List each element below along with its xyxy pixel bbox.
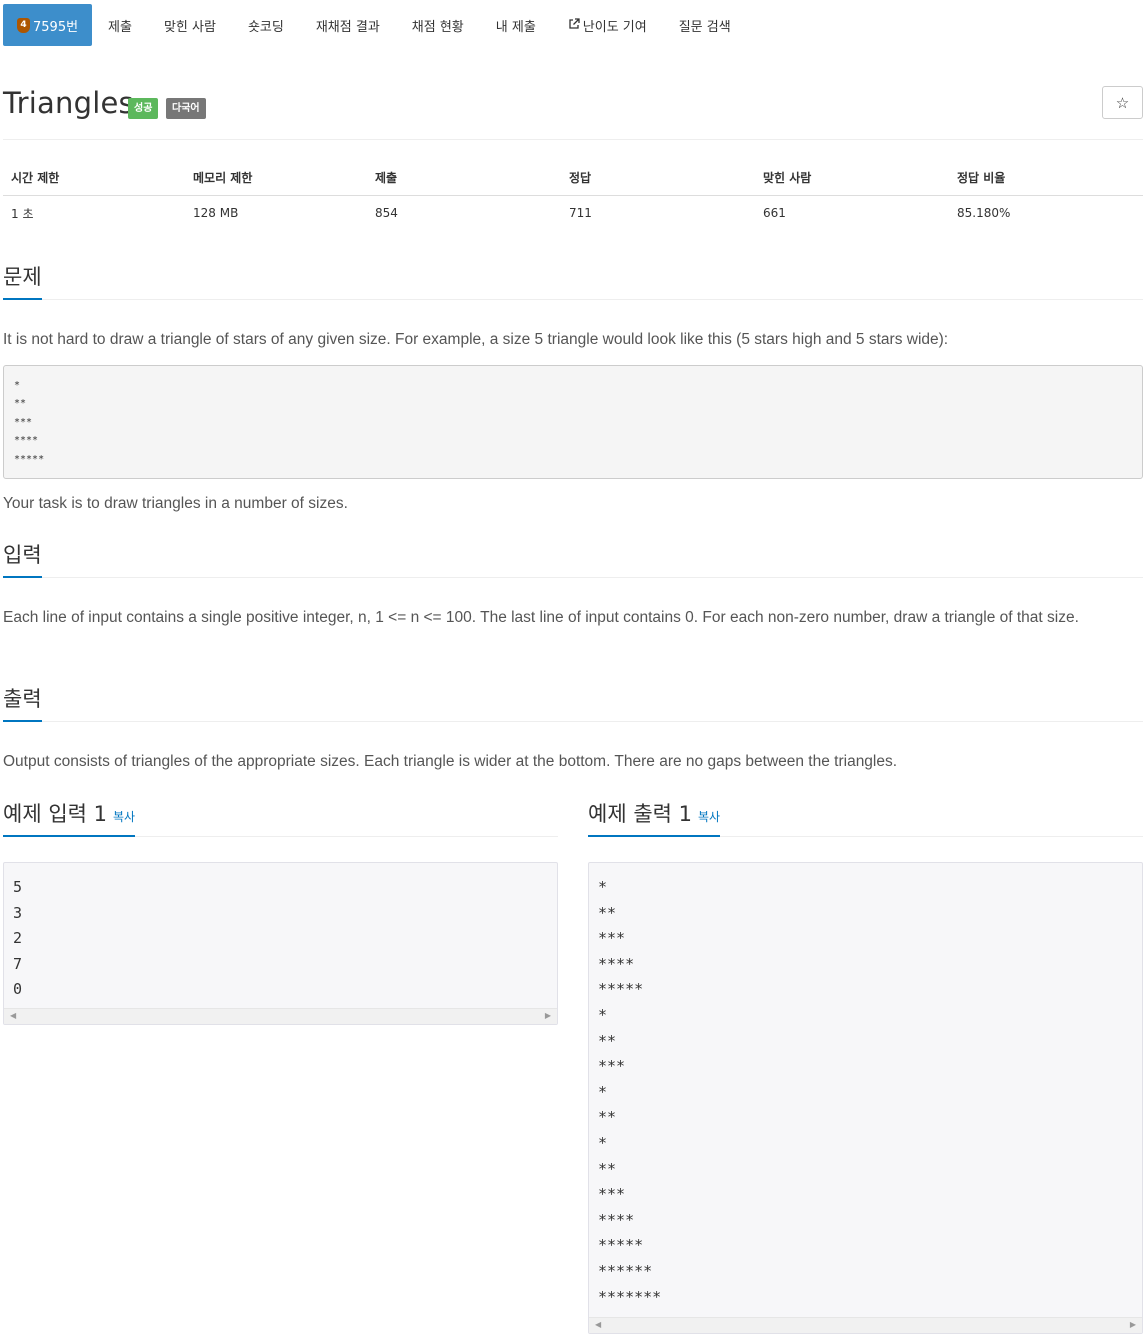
nav-submit[interactable]: 제출: [92, 4, 148, 46]
memory-limit: 128 MB: [193, 206, 239, 221]
star-icon: ☆: [1115, 93, 1130, 112]
output-section-title: 출력: [3, 686, 42, 722]
header-accepted: 정답: [561, 160, 755, 196]
sample-input-data: 5 3 2 7 0: [13, 878, 23, 999]
problem-number: 7595번: [33, 19, 79, 35]
header-accept-ratio: 정답 비율: [949, 160, 1143, 196]
nav-judge-status[interactable]: 채점 현황: [396, 4, 480, 46]
solved-users: 661: [763, 206, 786, 221]
sample-output-title: 예제 출력 1 복사: [588, 801, 721, 837]
input-description: Each line of input contains a single pos…: [3, 609, 1079, 626]
scroll-right-icon[interactable]: ▶: [1130, 1320, 1136, 1329]
copy-sample-input-button[interactable]: 복사: [113, 810, 135, 824]
submissions: 854: [375, 206, 398, 221]
sample-output-scrollbar[interactable]: ◀ ▶: [589, 1317, 1142, 1333]
nav-question-search[interactable]: 질문 검색: [663, 4, 747, 46]
info-value-row: 1 초 128 MB 854 711 661 85.180%: [3, 195, 1143, 231]
sample-output-header: 예제 출력 1 복사: [588, 801, 1143, 837]
sample-output-data: * ** *** **** ***** * ** *** * ** * ** *…: [598, 878, 662, 1306]
sample-input-box[interactable]: 5 3 2 7 0 ◀ ▶: [3, 862, 558, 1025]
multilang-badge: 다국어: [166, 98, 206, 119]
scroll-right-icon[interactable]: ▶: [545, 1011, 551, 1020]
header-time-limit: 시간 제한: [3, 160, 185, 196]
sample-input-title: 예제 입력 1 복사: [3, 801, 136, 837]
sample-input-scrollbar[interactable]: ◀ ▶: [4, 1008, 557, 1024]
header-solved-users: 맞힌 사람: [755, 160, 949, 196]
input-section-title: 입력: [3, 542, 42, 578]
nav-problem-number[interactable]: 4 7595번: [3, 4, 93, 46]
problem-info-table: 시간 제한 메모리 제한 제출 정답 맞힌 사람 정답 비율 1 초 128 M…: [3, 160, 1143, 231]
problem-description: It is not hard to draw a triangle of sta…: [3, 331, 949, 348]
input-section-header: 입력: [3, 542, 1143, 578]
success-badge: 성공: [128, 98, 159, 119]
sample-input-title-text: 예제 입력 1: [3, 802, 107, 826]
copy-sample-output-button[interactable]: 복사: [698, 810, 720, 824]
accepted: 711: [569, 206, 592, 221]
nav-solved-users[interactable]: 맞힌 사람: [148, 4, 232, 46]
sample-input-header: 예제 입력 1 복사: [3, 801, 558, 837]
header-memory-limit: 메모리 제한: [185, 160, 367, 196]
nav-difficulty-contribution[interactable]: 난이도 기여: [552, 4, 663, 46]
info-header-row: 시간 제한 메모리 제한 제출 정답 맞힌 사람 정답 비율: [3, 160, 1143, 196]
problem-title-row: Triangles 성공 다국어 ☆: [3, 86, 1143, 140]
external-link-icon: [568, 17, 580, 33]
accept-ratio: 85.180%: [957, 206, 1011, 221]
problem-section-title: 문제: [3, 264, 42, 300]
scroll-left-icon[interactable]: ◀: [10, 1011, 16, 1020]
example-triangle: * ** *** **** *****: [3, 365, 1143, 479]
output-description: Output consists of triangles of the appr…: [3, 753, 898, 770]
favorite-button[interactable]: ☆: [1102, 86, 1143, 119]
sample-output-title-text: 예제 출력 1: [588, 802, 692, 826]
tier-badge-icon: 4: [17, 17, 30, 33]
problem-task: Your task is to draw triangles in a numb…: [3, 495, 348, 512]
scroll-left-icon[interactable]: ◀: [595, 1320, 601, 1329]
sample-output-box[interactable]: * ** *** **** ***** * ** *** * ** * ** *…: [588, 862, 1143, 1334]
difficulty-label: 난이도 기여: [582, 19, 647, 35]
nav-short-coding[interactable]: 숏코딩: [232, 4, 300, 46]
problem-menu: 4 7595번 제출 맞힌 사람 숏코딩 재채점 결과 채점 현황 내 제출 난…: [3, 4, 747, 46]
problem-title: Triangles: [3, 86, 134, 120]
output-section-header: 출력: [3, 686, 1143, 722]
header-submissions: 제출: [367, 160, 561, 196]
nav-my-submissions[interactable]: 내 제출: [480, 4, 552, 46]
problem-section-header: 문제: [3, 264, 1143, 300]
time-limit: 1 초: [11, 206, 34, 221]
nav-rejudge-results[interactable]: 재채점 결과: [300, 4, 396, 46]
